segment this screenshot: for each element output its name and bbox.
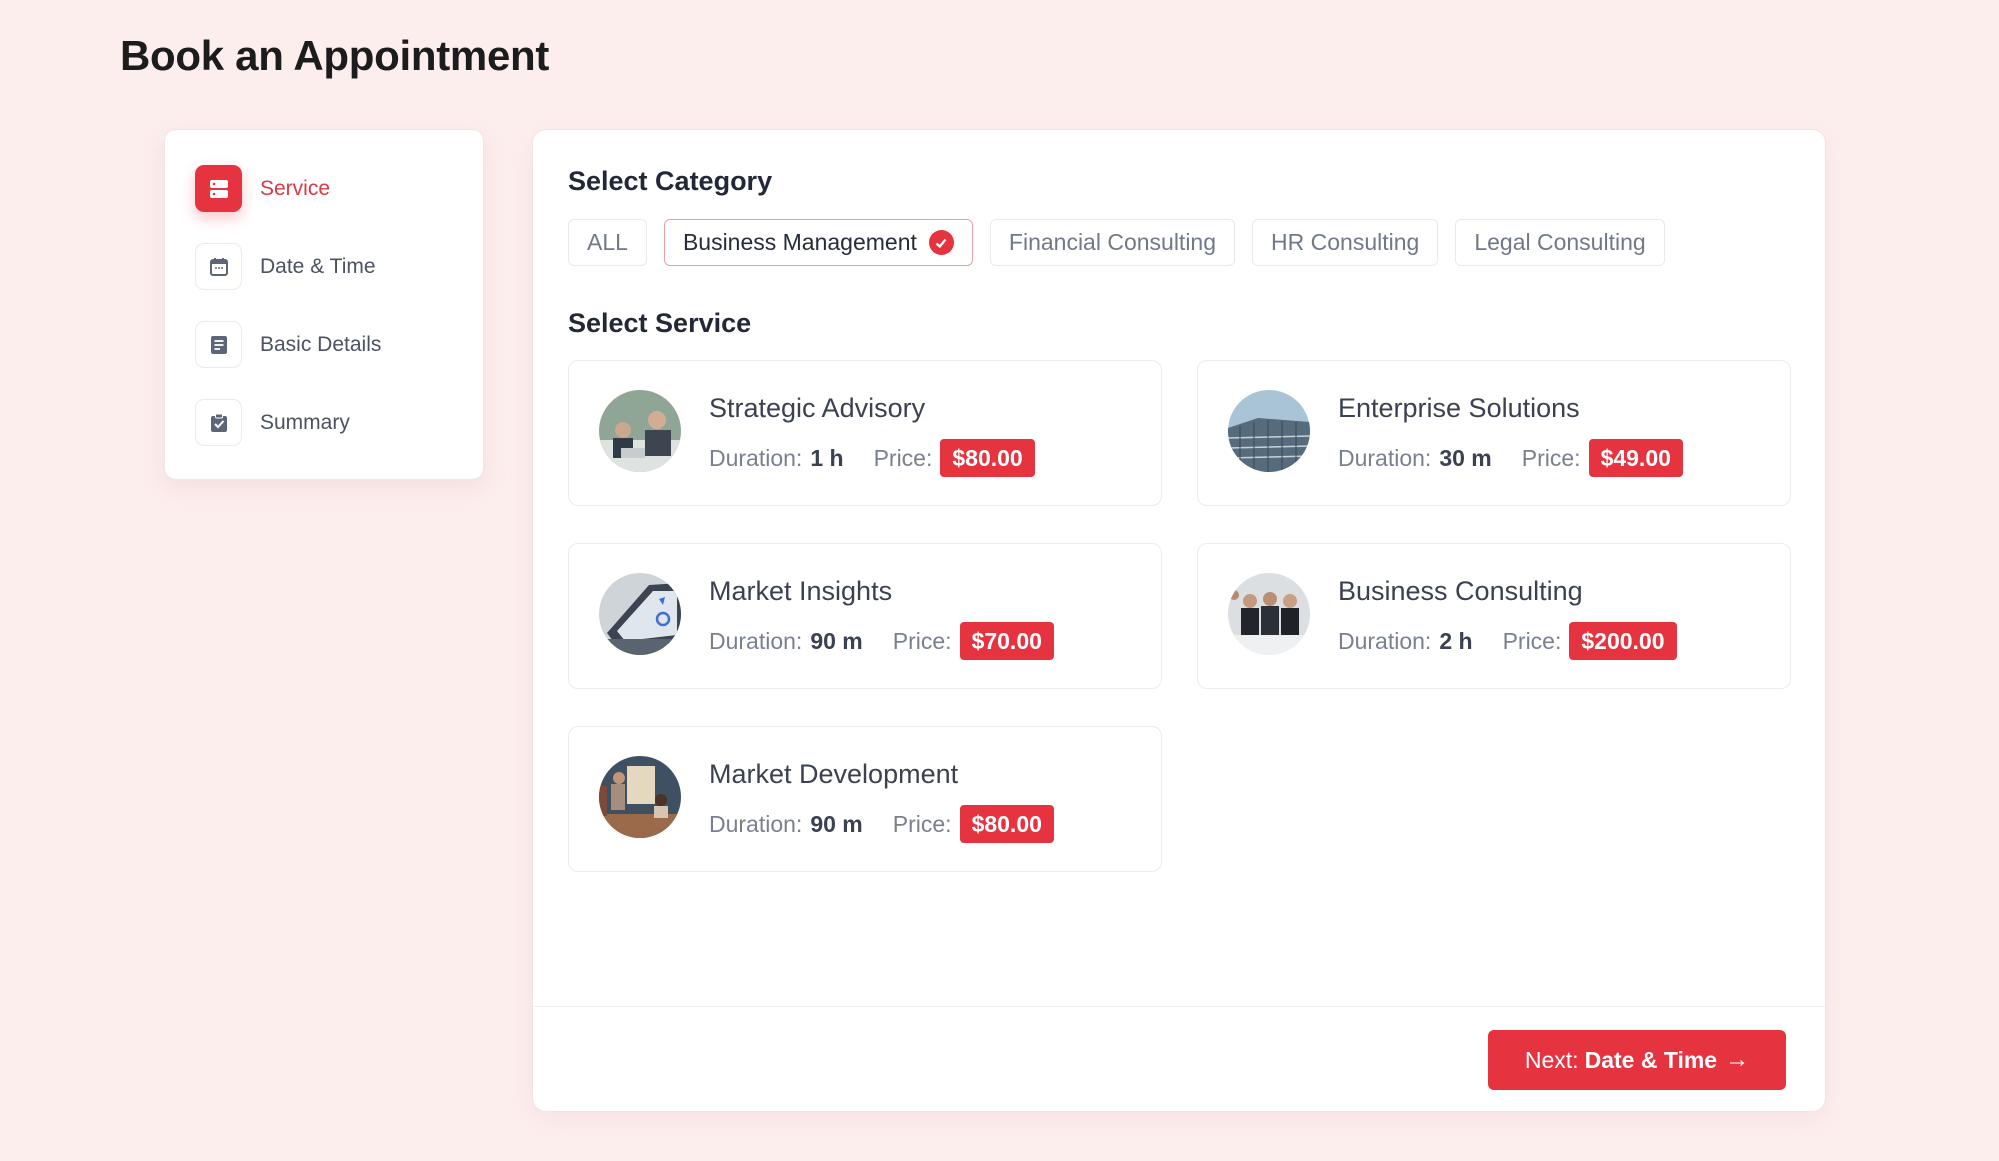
duration-label: Duration: xyxy=(1338,627,1432,654)
service-name: Market Insights xyxy=(709,576,893,606)
service-card-market-development[interactable]: Market Development Duration: 90 m Price:… xyxy=(568,726,1162,872)
step-label: Date & Time xyxy=(260,254,376,278)
next-prefix: Next: xyxy=(1524,1046,1579,1073)
duration-value: 30 m xyxy=(1439,444,1492,471)
page-title: Book an Appointment xyxy=(120,32,550,79)
step-label: Summary xyxy=(260,410,350,434)
laptop-analytics-photo xyxy=(599,573,681,655)
duration-value: 90 m xyxy=(810,810,863,837)
duration-value: 2 h xyxy=(1439,627,1473,654)
team-photo xyxy=(1228,573,1310,655)
service-meta: Duration: 90 m Price: $80.00 xyxy=(709,805,1054,843)
price-badge: $80.00 xyxy=(940,439,1035,477)
footer-divider xyxy=(533,1006,1825,1007)
price-badge: $80.00 xyxy=(959,805,1054,843)
check-circle-icon xyxy=(928,230,954,255)
price-label: Price: xyxy=(1521,444,1581,471)
duration-value: 90 m xyxy=(810,627,863,654)
service-name: Strategic Advisory xyxy=(709,393,926,423)
service-meta: Duration: 90 m Price: $70.00 xyxy=(709,622,1054,660)
step-date-time[interactable]: Date & Time xyxy=(195,243,376,290)
step-label: Service xyxy=(260,176,331,200)
step-label: Basic Details xyxy=(260,332,382,356)
chip-label: Legal Consulting xyxy=(1474,229,1646,255)
chip-legal-consulting[interactable]: Legal Consulting xyxy=(1455,219,1665,266)
calendar-icon xyxy=(195,243,242,290)
arrow-right-icon: → xyxy=(1725,1046,1750,1073)
chip-label: Financial Consulting xyxy=(1008,229,1217,255)
price-label: Price: xyxy=(892,810,952,837)
presentation-photo xyxy=(599,756,681,838)
service-name: Market Development xyxy=(709,759,959,789)
select-category-title: Select Category xyxy=(568,166,773,196)
category-chips: ALL Business Management Financial Consul… xyxy=(568,219,1665,266)
step-service[interactable]: Service xyxy=(195,165,330,212)
service-card-strategic-advisory[interactable]: Strategic Advisory Duration: 1 h Price: … xyxy=(568,360,1162,506)
document-icon xyxy=(195,321,242,368)
service-meta: Duration: 30 m Price: $49.00 xyxy=(1338,439,1683,477)
price-label: Price: xyxy=(873,444,933,471)
price-badge: $200.00 xyxy=(1569,622,1677,660)
duration-value: 1 h xyxy=(810,444,844,471)
price-label: Price: xyxy=(1502,627,1562,654)
price-badge: $49.00 xyxy=(1588,439,1683,477)
chip-label: Business Management xyxy=(682,229,917,255)
chip-business-management[interactable]: Business Management xyxy=(663,219,973,266)
chip-label: HR Consulting xyxy=(1271,229,1420,255)
next-date-time-button[interactable]: Next: Date & Time → xyxy=(1488,1030,1786,1090)
service-card-market-insights[interactable]: Market Insights Duration: 90 m Price: $7… xyxy=(568,543,1162,689)
duration-label: Duration: xyxy=(1338,444,1432,471)
service-meta: Duration: 2 h Price: $200.00 xyxy=(1338,622,1677,660)
duration-label: Duration: xyxy=(709,444,803,471)
chip-financial-consulting[interactable]: Financial Consulting xyxy=(989,219,1236,266)
next-target: Date & Time xyxy=(1584,1046,1718,1073)
steps-sidebar: Service Date & Time Basic Details Summar… xyxy=(164,129,484,480)
price-label: Price: xyxy=(892,627,952,654)
price-badge: $70.00 xyxy=(959,622,1054,660)
chip-hr-consulting[interactable]: HR Consulting xyxy=(1252,219,1439,266)
service-meta: Duration: 1 h Price: $80.00 xyxy=(709,439,1035,477)
chip-all[interactable]: ALL xyxy=(568,219,647,266)
building-photo xyxy=(1228,390,1310,472)
clipboard-check-icon xyxy=(195,399,242,446)
service-card-business-consulting[interactable]: Business Consulting Duration: 2 h Price:… xyxy=(1197,543,1791,689)
service-card-enterprise-solutions[interactable]: Enterprise Solutions Duration: 30 m Pric… xyxy=(1197,360,1791,506)
step-summary[interactable]: Summary xyxy=(195,399,350,446)
step-basic-details[interactable]: Basic Details xyxy=(195,321,381,368)
service-name: Business Consulting xyxy=(1338,576,1583,606)
chip-label: ALL xyxy=(587,229,628,255)
duration-label: Duration: xyxy=(709,627,803,654)
duration-label: Duration: xyxy=(709,810,803,837)
meeting-photo xyxy=(599,390,681,472)
select-service-title: Select Service xyxy=(568,308,752,338)
service-icon xyxy=(195,165,242,212)
service-name: Enterprise Solutions xyxy=(1338,393,1580,423)
main-panel: Select Category ALL Business Management … xyxy=(532,129,1826,1112)
